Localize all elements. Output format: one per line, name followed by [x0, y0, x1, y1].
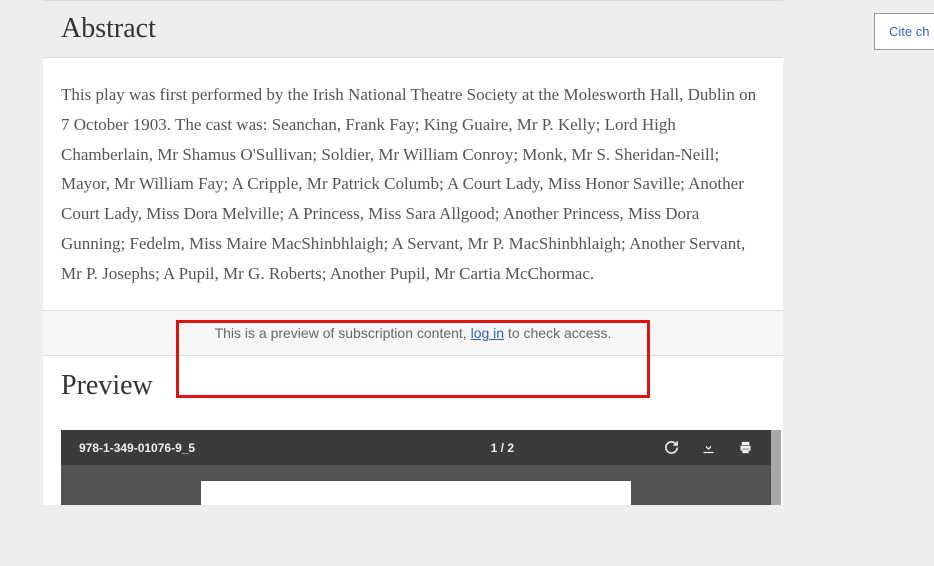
paywall-suffix: to check access. [504, 325, 611, 341]
pdf-filename: 978-1-349-01076-9_5 [79, 441, 195, 455]
pdf-page [201, 481, 631, 505]
sidebar: Cite ch [842, 0, 934, 566]
main-content: Abstract This play was first performed b… [43, 0, 783, 505]
print-icon[interactable] [738, 440, 753, 455]
pdf-viewer: 978-1-349-01076-9_5 1 / 2 [61, 430, 781, 505]
preview-section: Preview 978-1-349-01076-9_5 1 / 2 [43, 356, 783, 505]
login-link[interactable]: log in [471, 325, 504, 341]
paywall-notice: This is a preview of subscription conten… [43, 310, 783, 356]
download-icon[interactable] [701, 440, 716, 455]
cite-chapter-button[interactable]: Cite ch [874, 13, 934, 50]
pdf-toolbar-icons [664, 440, 753, 455]
rotate-icon[interactable] [664, 440, 679, 455]
pdf-page-indicator: 1 / 2 [491, 441, 514, 455]
abstract-text: This play was first performed by the Iri… [61, 80, 765, 288]
pdf-toolbar: 978-1-349-01076-9_5 1 / 2 [61, 430, 771, 465]
pdf-body[interactable] [61, 465, 771, 505]
paywall-prefix: This is a preview of subscription conten… [215, 325, 471, 341]
abstract-header: Abstract [43, 0, 783, 58]
abstract-body: This play was first performed by the Iri… [43, 58, 783, 310]
preview-heading: Preview [61, 370, 765, 402]
abstract-heading: Abstract [61, 13, 783, 45]
